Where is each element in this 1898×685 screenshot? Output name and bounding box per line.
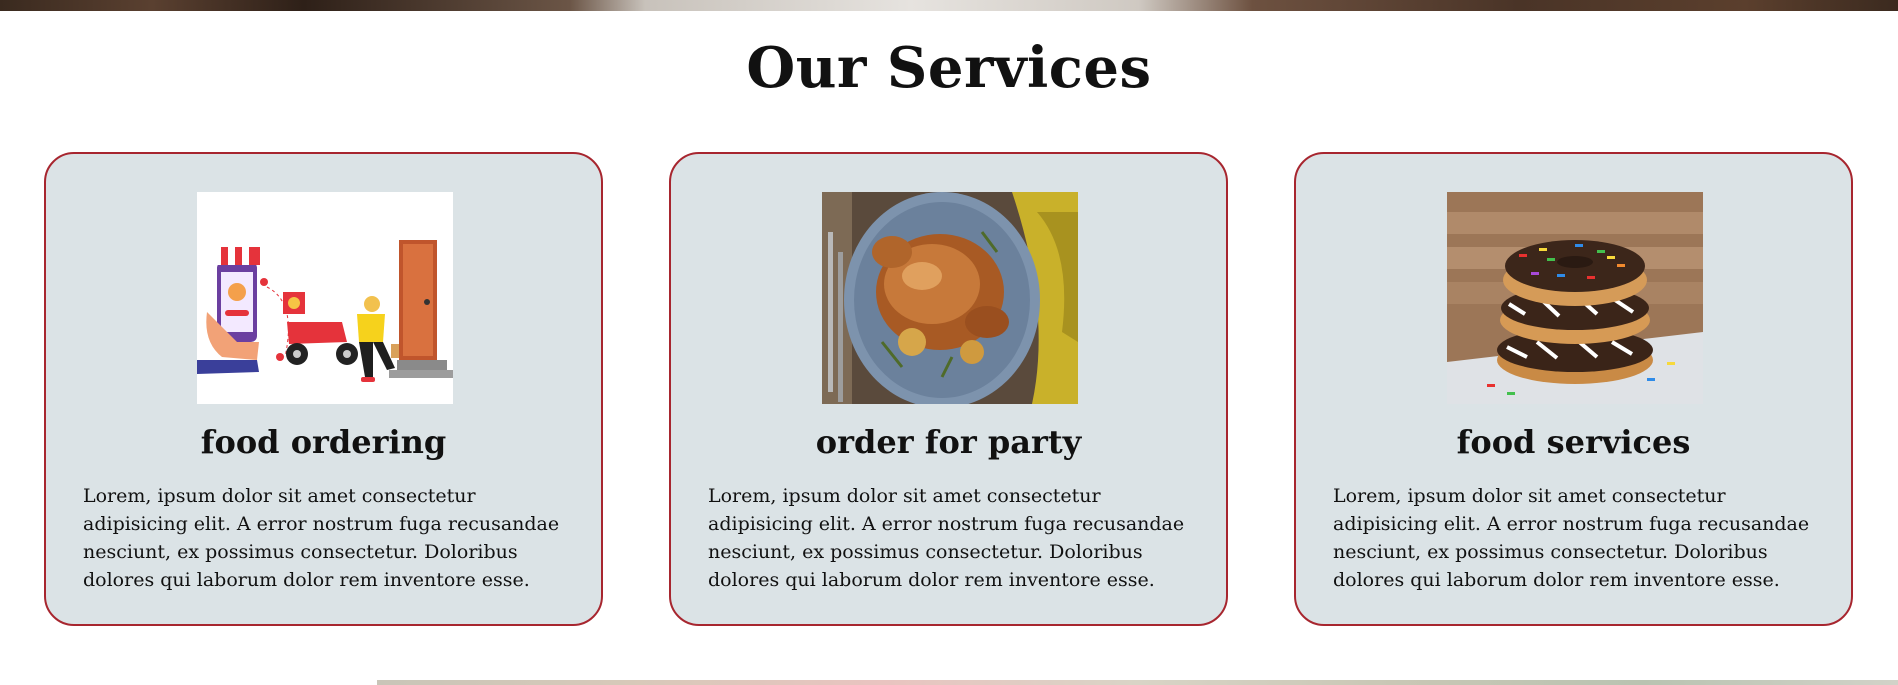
next-section-image-top-edge	[377, 680, 1898, 685]
service-card-food-services: food services Lorem, ipsum dolor sit ame…	[1294, 152, 1853, 626]
card-title: food services	[1456, 423, 1691, 461]
card-title: food ordering	[200, 423, 447, 461]
card-title: order for party	[815, 423, 1082, 461]
card-description: Lorem, ipsum dolor sit amet consectetur …	[708, 485, 1185, 591]
donuts-photo	[1447, 192, 1703, 404]
section-title: Our Services	[746, 35, 1152, 101]
card-description: Lorem, ipsum dolor sit amet consectetur …	[83, 485, 560, 591]
service-card-order-for-party: order for party Lorem, ipsum dolor sit a…	[669, 152, 1228, 626]
roast-chicken-photo	[822, 192, 1078, 404]
card-description: Lorem, ipsum dolor sit amet consectetur …	[1333, 485, 1810, 591]
delivery-illustration	[197, 192, 453, 404]
hero-image-bottom-edge	[0, 0, 1898, 11]
service-card-food-ordering: food ordering Lorem, ipsum dolor sit ame…	[44, 152, 603, 626]
